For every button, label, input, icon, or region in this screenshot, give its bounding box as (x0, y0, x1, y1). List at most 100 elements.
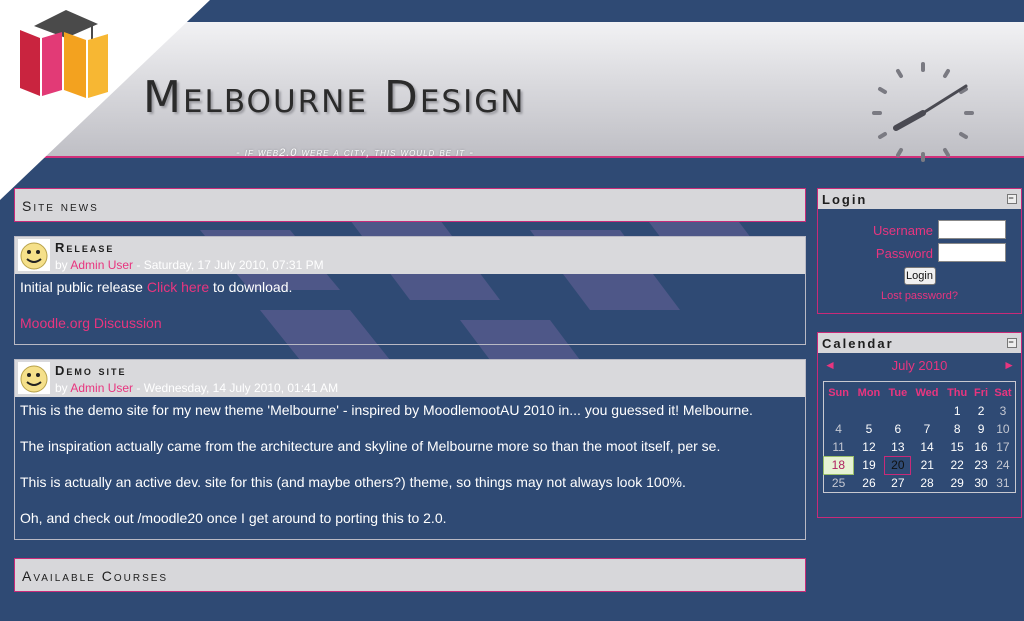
post-date: - Saturday, 17 July 2010, 07:31 PM (133, 258, 324, 272)
user-avatar-icon[interactable] (18, 362, 50, 394)
calendar-empty-cell (853, 402, 885, 420)
post-paragraph: Moodle.org Discussion (20, 314, 800, 332)
lost-password-link[interactable]: Lost password? (881, 290, 958, 302)
clock-icon (872, 62, 974, 162)
calendar-day-today[interactable]: 20 (884, 455, 912, 475)
collapse-icon[interactable]: − (1007, 338, 1017, 348)
user-avatar-icon[interactable] (18, 239, 50, 271)
calendar-day[interactable]: 28 (911, 474, 943, 492)
calendar-day[interactable]: 31 (991, 474, 1016, 492)
calendar-block-header: Calendar − (818, 333, 1021, 353)
available-courses-heading: Available Courses (14, 558, 806, 592)
post-subject: Release (55, 240, 115, 255)
calendar-day[interactable]: 12 (853, 438, 885, 456)
discussion-link[interactable]: Moodle.org Discussion (20, 315, 162, 331)
calendar-day[interactable]: 8 (943, 420, 971, 438)
post-paragraph: Oh, and check out /moodle20 once I get a… (20, 510, 447, 526)
calendar-day[interactable]: 14 (911, 438, 943, 456)
site-tagline: - if web2.0 were a city, this would be i… (236, 147, 474, 159)
calendar-empty-cell (911, 402, 943, 420)
calendar-day[interactable]: 7 (911, 420, 943, 438)
calendar-day[interactable]: 26 (853, 474, 885, 492)
download-link[interactable]: Click here (147, 279, 209, 295)
calendar-week-row: 18 19 20 21 22 23 24 (823, 455, 1016, 475)
username-input[interactable] (938, 220, 1006, 239)
post-text: to download. (209, 279, 293, 295)
post-text: Initial public release (20, 279, 147, 295)
calendar-day-header: Mon (857, 387, 881, 399)
post-header: Release by Admin User - Saturday, 17 Jul… (15, 237, 805, 274)
calendar-day-header: Tue (888, 387, 908, 399)
calendar-day[interactable]: 4 (824, 420, 854, 438)
post-paragraph: This is actually an active dev. site for… (20, 474, 686, 490)
calendar-day[interactable]: 5 (853, 420, 885, 438)
post-paragraph: The inspiration actually came from the a… (20, 438, 721, 454)
post-body: Initial public release Click here to dow… (15, 274, 805, 344)
calendar-day[interactable]: 11 (824, 438, 854, 456)
forum-post-release: Release by Admin User - Saturday, 17 Jul… (14, 236, 806, 345)
main-column: Site news Release by Admin User - Saturd… (14, 188, 806, 592)
calendar-day[interactable]: 6 (885, 420, 911, 438)
previous-month-icon[interactable]: ◄ (824, 358, 836, 372)
calendar-day[interactable]: 9 (971, 420, 991, 438)
post-by-label: by (55, 381, 68, 395)
post-paragraph: Initial public release Click here to dow… (20, 278, 800, 296)
forum-post-demo-site: Demo site by Admin User - Wednesday, 14 … (14, 359, 806, 540)
calendar-day[interactable]: 19 (853, 456, 885, 474)
calendar-empty-cell (824, 402, 854, 420)
calendar-month-link[interactable]: July 2010 (818, 355, 1021, 373)
moodle-logo-icon[interactable] (14, 4, 114, 104)
calendar-day[interactable]: 29 (943, 474, 971, 492)
calendar-day[interactable]: 10 (991, 420, 1016, 438)
calendar-grid: Sun Mon Tue Wed Thu Fri Sat 1 2 3 4 5 6 7 8 9 10 11 12 13 1… (823, 381, 1016, 493)
password-label: Password (875, 246, 933, 261)
calendar-day-header: Wed (915, 387, 939, 399)
calendar-week-row: 123 (824, 402, 1016, 420)
collapse-icon[interactable]: − (1007, 194, 1017, 204)
calendar-day-event[interactable]: 18 (823, 455, 854, 475)
calendar-empty-cell (885, 402, 911, 420)
calendar-nav: ◄ July 2010 ► (818, 355, 1021, 377)
post-header: Demo site by Admin User - Wednesday, 14 … (15, 360, 805, 397)
calendar-day[interactable]: 21 (911, 456, 943, 474)
post-subject: Demo site (55, 363, 127, 378)
calendar-day[interactable]: 1 (943, 402, 971, 420)
calendar-day[interactable]: 24 (991, 456, 1016, 474)
login-title: Login (822, 192, 868, 207)
post-date: - Wednesday, 14 July 2010, 01:41 AM (133, 381, 339, 395)
username-label: Username (873, 223, 933, 238)
post-body: This is the demo site for my new theme '… (15, 397, 805, 539)
calendar-day[interactable]: 13 (885, 438, 911, 456)
post-by-label: by (55, 258, 68, 272)
author-link[interactable]: Admin User (70, 381, 133, 395)
calendar-week-row: 11 12 13 14 15 16 17 (824, 438, 1016, 456)
calendar-day[interactable]: 25 (824, 474, 854, 492)
calendar-week-row: 4 5 6 7 8 9 10 (824, 420, 1016, 438)
calendar-day[interactable]: 27 (885, 474, 911, 492)
calendar-block: Calendar − ◄ July 2010 ► Sun Mon Tue Wed Thu… (817, 332, 1022, 518)
calendar-day-header: Sun (828, 387, 849, 399)
calendar-day-header: Thu (947, 387, 968, 399)
calendar-day[interactable]: 22 (943, 456, 971, 474)
calendar-title: Calendar (822, 336, 894, 351)
login-button[interactable]: Login (903, 267, 936, 285)
next-month-icon[interactable]: ► (1003, 358, 1015, 372)
post-author-line: by Admin User - Wednesday, 14 July 2010,… (55, 381, 338, 395)
password-input[interactable] (938, 243, 1006, 262)
post-author-line: by Admin User - Saturday, 17 July 2010, … (55, 258, 324, 272)
post-paragraph: This is the demo site for my new theme '… (20, 402, 753, 418)
calendar-day-header: Fri (974, 387, 989, 399)
calendar-day[interactable]: 15 (943, 438, 971, 456)
calendar-week-row: 25 26 27 28 29 30 31 (824, 474, 1016, 492)
calendar-day[interactable]: 17 (991, 438, 1016, 456)
author-link[interactable]: Admin User (70, 258, 133, 272)
calendar-day[interactable]: 16 (971, 438, 991, 456)
login-block: Login − Username Password Login Lost pas… (817, 188, 1022, 314)
calendar-day-header: Sat (994, 387, 1012, 399)
password-row: Password (818, 242, 1021, 265)
calendar-day[interactable]: 3 (991, 402, 1016, 420)
calendar-day[interactable]: 23 (971, 456, 991, 474)
calendar-day[interactable]: 2 (971, 402, 991, 420)
calendar-day[interactable]: 30 (971, 474, 991, 492)
username-row: Username (818, 219, 1021, 242)
